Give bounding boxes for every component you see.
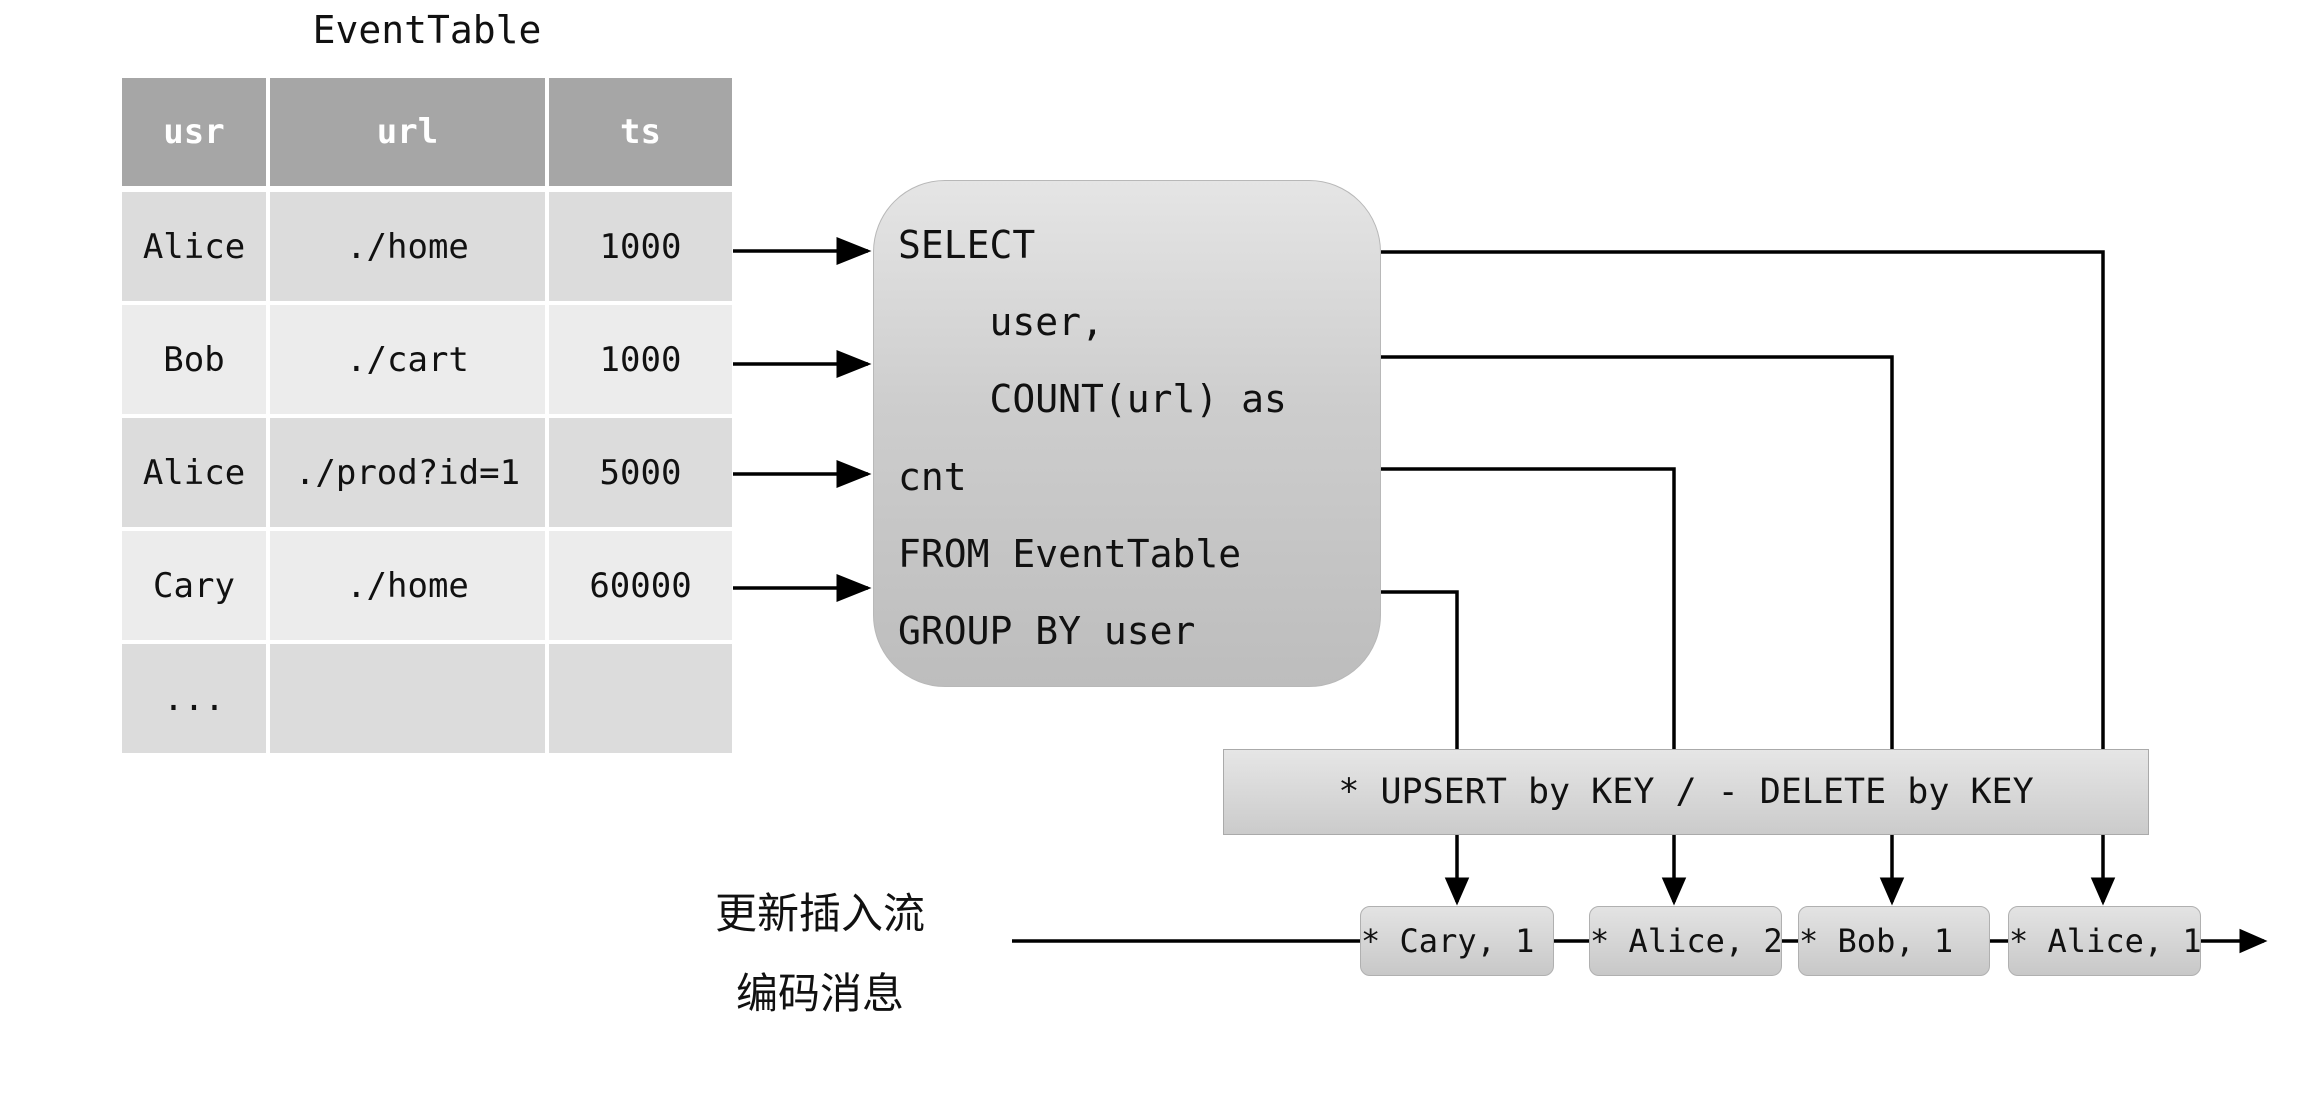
stream-message: * Cary, 1 [1360,906,1554,976]
stream-caption-line1: 更新插入流 [714,889,925,938]
output-line [1381,467,1676,749]
output-line [1381,250,2105,749]
stream-message: * Bob, 1 [1798,906,1990,976]
stream-caption-line2: 编码消息 [735,969,904,1018]
stream-message: * Alice, 2 [1589,906,1783,976]
output-line [1381,590,1459,749]
stream-message: * Alice, 1 [2008,906,2202,976]
